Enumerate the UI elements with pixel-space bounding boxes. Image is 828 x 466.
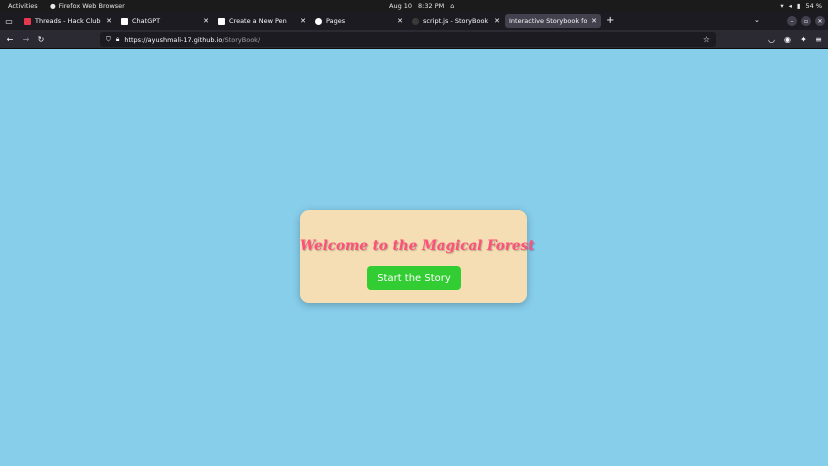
tab-label: Threads - Hack Club - Slac [35, 17, 102, 25]
close-icon[interactable]: ✕ [397, 17, 403, 25]
tab-storybook[interactable]: Interactive Storybook for Ki ✕ [505, 14, 601, 28]
bookmark-star-icon[interactable]: ☆ [703, 35, 710, 44]
account-icon[interactable]: ◉ [782, 34, 793, 45]
start-story-button[interactable]: Start the Story [367, 266, 461, 290]
reload-button[interactable]: ↻ [35, 33, 47, 45]
tab-label: Create a New Pen [229, 17, 287, 25]
tab-chatgpt[interactable]: ChatGPT ✕ [117, 14, 213, 28]
pocket-icon[interactable]: ◡ [766, 34, 777, 45]
close-icon[interactable]: ✕ [203, 17, 209, 25]
welcome-card: Welcome to the Magical Forest Start the … [300, 210, 535, 303]
extensions-icon[interactable]: ✦ [798, 34, 809, 45]
tab-label: Pages [326, 17, 346, 25]
restore-button[interactable]: ▫ [801, 16, 811, 26]
page-viewport: Welcome to the Magical Forest Start the … [0, 50, 828, 466]
clock-date: Aug 10 [389, 2, 413, 10]
close-icon[interactable]: ✕ [494, 17, 500, 25]
app-menu[interactable]: ● Firefox Web Browser [50, 2, 125, 10]
chatgpt-icon [121, 17, 128, 25]
close-window-button[interactable]: ✕ [815, 16, 825, 26]
url-host: https://ayushmali-17.github.io [124, 35, 223, 44]
tab-codepen[interactable]: Create a New Pen ✕ [214, 14, 310, 28]
app-name: Firefox Web Browser [58, 2, 125, 10]
url-bar[interactable]: ⛉ 🔒︎ https://ayushmali-17.github.io/Stor… [100, 32, 716, 47]
wifi-icon: ▾ [780, 1, 784, 10]
clock-time: 8:32 PM [418, 2, 445, 10]
tab-threads[interactable]: Threads - Hack Club - Slac ✕ [20, 14, 116, 28]
tab-label: script.js - StoryBook [Cod [423, 17, 490, 25]
system-tray[interactable]: ▾ ◂ ▮ 54 % [780, 2, 822, 10]
battery-percent: 54 % [805, 2, 822, 10]
close-icon[interactable]: ✕ [591, 17, 597, 25]
page-title: Welcome to the Magical Forest [300, 238, 535, 254]
github-icon [412, 17, 419, 25]
codepen-icon [218, 17, 225, 25]
slack-icon [24, 17, 31, 25]
firefox-icon: ● [50, 1, 56, 10]
shield-icon[interactable]: ⛉ [106, 36, 111, 43]
tab-pages[interactable]: Pages ✕ [311, 14, 407, 28]
tab-label: ChatGPT [132, 17, 161, 25]
system-top-bar: Activities ● Firefox Web Browser Aug 10 … [0, 0, 828, 12]
close-icon[interactable]: ✕ [106, 17, 112, 25]
tab-strip: ▭ Threads - Hack Club - Slac ✕ ChatGPT ✕… [0, 12, 828, 30]
battery-icon: ▮ [796, 1, 801, 10]
minimize-button[interactable]: – [787, 16, 797, 26]
url-path: /StoryBook/ [222, 35, 261, 44]
github-icon [315, 17, 322, 25]
tab-overview-icon[interactable]: ▭ [3, 15, 15, 27]
navigation-bar: ← → ↻ ⛉ 🔒︎ https://ayushmali-17.github.i… [0, 30, 828, 49]
close-icon[interactable]: ✕ [300, 17, 306, 25]
tab-script[interactable]: script.js - StoryBook [Cod ✕ [408, 14, 504, 28]
menu-icon[interactable]: ≡ [813, 34, 824, 45]
tab-label: Interactive Storybook for Ki [509, 17, 588, 25]
new-tab-button[interactable]: + [606, 15, 614, 26]
notification-icon: ⌂ [450, 1, 455, 10]
volume-icon: ◂ [788, 1, 792, 10]
back-button[interactable]: ← [4, 33, 16, 45]
activities-button[interactable]: Activities [8, 2, 38, 10]
url-text: https://ayushmali-17.github.io/StoryBook… [124, 36, 260, 44]
chevron-down-icon[interactable]: ⌄ [754, 16, 760, 24]
clock[interactable]: Aug 10 8:32 PM ⌂ [389, 2, 454, 10]
forward-button[interactable]: → [20, 33, 32, 45]
lock-icon[interactable]: 🔒︎ [116, 36, 119, 43]
